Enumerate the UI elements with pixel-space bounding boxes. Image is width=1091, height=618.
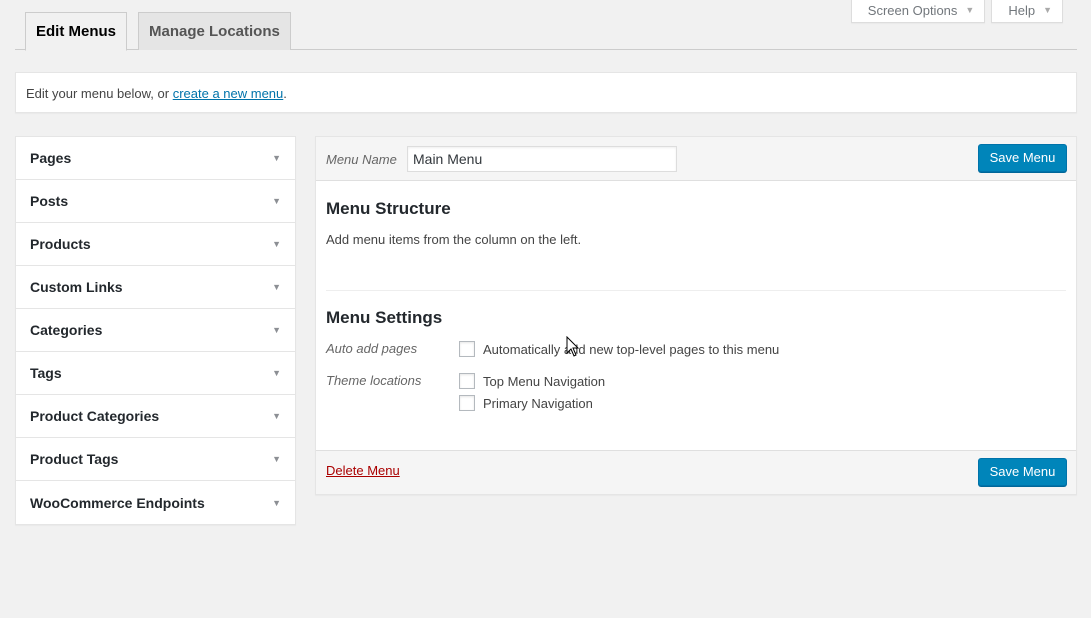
tab-edit-menus[interactable]: Edit Menus — [25, 12, 128, 51]
triangle-down-icon: ▼ — [272, 368, 281, 378]
nav-tabs: Edit Menus Manage Locations — [15, 12, 1077, 51]
accordion-item-posts[interactable]: Posts ▼ — [16, 180, 295, 223]
notice-suffix: . — [283, 86, 287, 101]
accordion-item-label: Product Tags — [30, 451, 119, 467]
triangle-down-icon: ▼ — [272, 153, 281, 163]
create-new-menu-link[interactable]: create a new menu — [173, 86, 284, 101]
accordion-item-label: Custom Links — [30, 279, 123, 295]
triangle-down-icon: ▼ — [272, 282, 281, 292]
top-menu-navigation-checkbox[interactable] — [459, 373, 475, 389]
triangle-down-icon: ▼ — [272, 196, 281, 206]
accordion-item-pages[interactable]: Pages ▼ — [16, 137, 295, 180]
menu-settings-title: Menu Settings — [326, 308, 443, 327]
accordion-item-label: Product Categories — [30, 408, 160, 424]
accordion-item-label: Products — [30, 236, 91, 252]
auto-add-pages-option-label[interactable]: Automatically add new top-level pages to… — [483, 342, 779, 357]
accordion-item-products[interactable]: Products ▼ — [16, 223, 295, 266]
primary-navigation-label[interactable]: Primary Navigation — [483, 396, 593, 411]
accordion-item-label: WooCommerce Endpoints — [30, 494, 205, 511]
save-menu-button-top[interactable]: Save Menu — [978, 144, 1067, 172]
accordion-item-label: Pages — [30, 150, 72, 166]
menu-structure-instructions: Add menu items from the column on the le… — [326, 232, 582, 247]
delete-menu-link[interactable]: Delete Menu — [326, 463, 400, 478]
theme-locations-label: Theme locations — [326, 373, 422, 388]
menu-editor-footer: Delete Menu Save Menu — [316, 450, 1076, 494]
menu-name-label: Menu Name — [326, 152, 397, 167]
triangle-down-icon: ▼ — [272, 454, 281, 464]
auto-add-pages-label: Auto add pages — [326, 341, 418, 356]
mouse-pointer-icon — [566, 336, 580, 357]
manage-menus-notice: Edit your menu below, or create a new me… — [15, 72, 1077, 113]
menu-editor-body: Menu Structure Add menu items from the c… — [316, 181, 1076, 451]
menu-name-input[interactable] — [407, 146, 677, 172]
accordion-item-categories[interactable]: Categories ▼ — [16, 309, 295, 352]
add-menu-items-accordion: Pages ▼ Posts ▼ Products ▼ Custom Links … — [15, 136, 296, 525]
accordion-item-product-tags[interactable]: Product Tags ▼ — [16, 438, 295, 481]
accordion-item-label: Categories — [30, 322, 103, 338]
notice-text: Edit your menu below, or — [26, 86, 173, 101]
accordion-item-tags[interactable]: Tags ▼ — [16, 352, 295, 395]
triangle-down-icon: ▼ — [272, 239, 281, 249]
accordion-item-label: Posts — [30, 193, 69, 209]
accordion-item-label: Tags — [30, 365, 62, 381]
top-menu-navigation-label[interactable]: Top Menu Navigation — [483, 374, 605, 389]
accordion-item-woocommerce-endpoints[interactable]: WooCommerce Endpoints ▼ — [16, 481, 295, 524]
menu-editor-header: Menu Name Save Menu — [316, 137, 1076, 181]
auto-add-pages-checkbox[interactable] — [459, 341, 475, 357]
triangle-down-icon: ▼ — [272, 325, 281, 335]
menu-structure-title: Menu Structure — [326, 199, 451, 218]
menu-editor: Menu Name Save Menu Menu Structure Add m… — [315, 136, 1077, 495]
save-menu-button-bottom[interactable]: Save Menu — [978, 458, 1067, 486]
accordion-item-custom-links[interactable]: Custom Links ▼ — [16, 266, 295, 309]
tab-manage-locations[interactable]: Manage Locations — [138, 12, 291, 50]
accordion-item-product-categories[interactable]: Product Categories ▼ — [16, 395, 295, 438]
primary-navigation-checkbox[interactable] — [459, 395, 475, 411]
menus-page: Screen Options ▼ Help ▼ Edit Menus Manag… — [0, 0, 1091, 618]
triangle-down-icon: ▼ — [272, 497, 281, 508]
triangle-down-icon: ▼ — [272, 411, 281, 421]
divider — [326, 290, 1066, 291]
